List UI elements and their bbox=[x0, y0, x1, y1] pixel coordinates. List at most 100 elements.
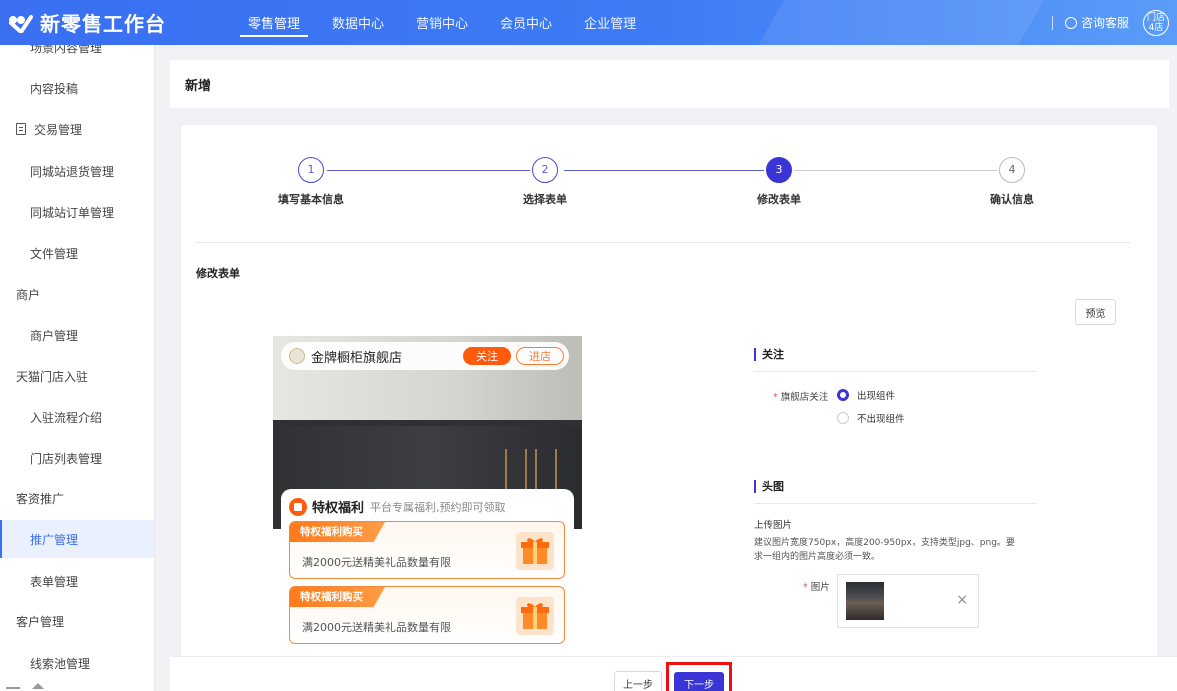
upload-hint-line2: 求一组内的图片高度必须一致。 bbox=[754, 552, 881, 562]
sidebar-item-form-management[interactable]: 表单管理 bbox=[0, 562, 154, 600]
step-1[interactable]: 1 填写基本信息 bbox=[251, 157, 371, 207]
step-number: 4 bbox=[999, 157, 1025, 183]
step-indicator: 1 填写基本信息 2 选择表单 3 修改表单 4 确认信息 bbox=[181, 157, 1157, 217]
sidebar-item-promotion-management[interactable]: 推广管理 bbox=[0, 520, 154, 558]
customer-service-link[interactable]: 咨询客服 bbox=[1064, 14, 1129, 31]
top-navigation-bar: 新零售工作台 零售管理 数据中心 营销中心 会员中心 企业管理 咨询客服 门店 … bbox=[0, 0, 1177, 45]
welfare-header: 特权福利 平台专属福利,预约即可领取 bbox=[289, 497, 506, 516]
radio-on-icon bbox=[837, 389, 849, 401]
sidebar-item-label: 文件管理 bbox=[30, 246, 79, 261]
welfare-title: 特权福利 bbox=[312, 501, 365, 516]
sidebar-item-label: 入驻流程介绍 bbox=[30, 410, 103, 425]
preview-button[interactable]: 预览 bbox=[1075, 299, 1116, 325]
follow-section-title: 关注 bbox=[754, 348, 784, 361]
sidebar-item-label: 线索池管理 bbox=[30, 656, 91, 671]
sidebar-item-label: 客户管理 bbox=[16, 614, 65, 629]
sidebar-item-refund[interactable]: 同城站退货管理 bbox=[0, 152, 154, 190]
step-label: 确认信息 bbox=[990, 193, 1034, 206]
phone-preview: 金牌橱柜旗舰店 关注 进店 特权福利 平台专属福利,预约即可领取 特权福利购买 … bbox=[273, 336, 582, 656]
remove-image-icon[interactable]: × bbox=[956, 593, 968, 607]
sidebar-group-customer[interactable]: 客户管理 bbox=[0, 602, 154, 640]
app-logo[interactable]: 新零售工作台 bbox=[8, 8, 208, 37]
nav-item-marketing[interactable]: 营销中心 bbox=[400, 0, 484, 45]
sidebar-item-scene-content[interactable]: 场景内容管理 bbox=[0, 45, 154, 66]
uploaded-image-thumbnail[interactable] bbox=[846, 582, 884, 620]
section-title: 修改表单 bbox=[196, 267, 240, 280]
headset-icon bbox=[1064, 16, 1077, 29]
welfare-card: 特权福利 平台专属福利,预约即可领取 特权福利购买 满2000元送精美礼品数量有… bbox=[281, 489, 574, 656]
head-image-section-title: 头图 bbox=[754, 480, 784, 493]
sidebar-item-merchant-management[interactable]: 商户管理 bbox=[0, 316, 154, 354]
sidebar-group-merchant[interactable]: 商户 bbox=[0, 275, 154, 313]
sidebar-group-tmall-store[interactable]: 天猫门店入驻 bbox=[0, 357, 154, 395]
next-step-highlight: 下一步 bbox=[666, 662, 732, 691]
coupon-card[interactable]: 特权福利购买 满2000元送精美礼品数量有限 bbox=[289, 521, 565, 579]
gift-box-icon bbox=[516, 532, 554, 570]
welfare-subtitle: 平台专属福利,预约即可领取 bbox=[370, 500, 506, 514]
store-header: 金牌橱柜旗舰店 关注 进店 bbox=[281, 342, 569, 370]
sidebar-item-label: 内容投稿 bbox=[30, 81, 79, 96]
follow-field-label-text: 旗舰店关注 bbox=[780, 392, 829, 403]
sidebar-item-lead-pool[interactable]: 线索池管理 bbox=[0, 644, 154, 682]
sidebar-group-trade[interactable]: 交易管理 bbox=[0, 110, 154, 148]
store-switch-badge[interactable]: 门店 4店 bbox=[1143, 9, 1169, 36]
upload-hint-line1: 建议图片宽度750px，高度200-950px，支持类型jpg、png。要 bbox=[754, 538, 1015, 548]
store-badge-line2: 4店 bbox=[1148, 22, 1164, 33]
nav-item-enterprise[interactable]: 企业管理 bbox=[568, 0, 652, 45]
uploaded-image-box[interactable]: × bbox=[837, 574, 979, 628]
follow-field-label: * 旗舰店关注 bbox=[773, 389, 828, 403]
step-3[interactable]: 3 修改表单 bbox=[719, 157, 839, 207]
step-number: 2 bbox=[532, 157, 558, 183]
coupon-tag: 特权福利购买 bbox=[290, 587, 385, 607]
radio-show-component[interactable]: 出现组件 bbox=[837, 388, 895, 402]
upload-title: 上传图片 bbox=[754, 520, 793, 531]
radio-hide-component[interactable]: 不出现组件 bbox=[837, 411, 905, 425]
store-name: 金牌橱柜旗舰店 bbox=[311, 350, 403, 366]
next-step-button[interactable]: 下一步 bbox=[674, 672, 724, 691]
coupon-card[interactable]: 特权福利购买 满2000元送精美礼品数量有限 bbox=[289, 586, 565, 644]
step-label: 修改表单 bbox=[757, 193, 801, 206]
sidebar-item-label: 天猫门店入驻 bbox=[16, 369, 89, 384]
collapse-arrow-icon bbox=[6, 683, 44, 689]
main-content-card: 1 填写基本信息 2 选择表单 3 修改表单 4 确认信息 修改表单 预览 金牌… bbox=[181, 125, 1157, 691]
sidebar-item-files[interactable]: 文件管理 bbox=[0, 234, 154, 272]
top-divider bbox=[1051, 15, 1053, 30]
bottom-action-bar: 上一步 下一步 bbox=[170, 656, 1177, 691]
nav-item-members[interactable]: 会员中心 bbox=[484, 0, 568, 45]
radio-label: 不出现组件 bbox=[857, 414, 905, 425]
follow-button[interactable]: 关注 bbox=[463, 347, 511, 365]
sidebar-item-label: 门店列表管理 bbox=[30, 451, 103, 466]
coupon-text: 满2000元送精美礼品数量有限 bbox=[302, 621, 451, 634]
sidebar: 场景内容管理 内容投稿 交易管理 同城站退货管理 同城站订单管理 文件管理 商户… bbox=[0, 45, 155, 691]
sidebar-item-label: 商户 bbox=[16, 287, 41, 302]
sidebar-item-content-submission[interactable]: 内容投稿 bbox=[0, 69, 154, 107]
step-number: 1 bbox=[298, 157, 324, 183]
sidebar-item-label: 交易管理 bbox=[34, 122, 83, 137]
enter-store-button[interactable]: 进店 bbox=[516, 347, 564, 365]
customer-service-label: 咨询客服 bbox=[1080, 16, 1129, 30]
sidebar-item-label: 表单管理 bbox=[30, 574, 79, 589]
logo-icon bbox=[9, 14, 33, 33]
required-mark: * bbox=[803, 582, 808, 593]
step-4[interactable]: 4 确认信息 bbox=[952, 157, 1072, 207]
previous-step-button[interactable]: 上一步 bbox=[614, 671, 662, 691]
nav-item-retail[interactable]: 零售管理 bbox=[232, 0, 316, 45]
image-field-label-text: 图片 bbox=[810, 582, 830, 593]
radio-off-icon bbox=[837, 412, 849, 424]
sidebar-collapse-icon[interactable] bbox=[6, 681, 46, 691]
document-icon bbox=[16, 123, 26, 135]
sidebar-item-onboarding-intro[interactable]: 入驻流程介绍 bbox=[0, 398, 154, 436]
sidebar-item-store-list[interactable]: 门店列表管理 bbox=[0, 439, 154, 477]
sidebar-item-label: 商户管理 bbox=[30, 328, 79, 343]
sidebar-item-orders[interactable]: 同城站订单管理 bbox=[0, 193, 154, 231]
sidebar-group-lead-promotion[interactable]: 客资推广 bbox=[0, 479, 154, 517]
step-2[interactable]: 2 选择表单 bbox=[485, 157, 605, 207]
nav-item-data-center[interactable]: 数据中心 bbox=[316, 0, 400, 45]
main-nav: 零售管理 数据中心 营销中心 会员中心 企业管理 bbox=[232, 0, 652, 45]
sidebar-item-label: 场景内容管理 bbox=[30, 45, 103, 55]
upload-hint: 建议图片宽度750px，高度200-950px，支持类型jpg、png。要 求一… bbox=[754, 536, 1044, 564]
image-field-label: * 图片 bbox=[803, 579, 830, 593]
gift-box-icon bbox=[516, 597, 554, 635]
coupon-tag: 特权福利购买 bbox=[290, 522, 385, 542]
section-divider bbox=[754, 503, 1037, 504]
